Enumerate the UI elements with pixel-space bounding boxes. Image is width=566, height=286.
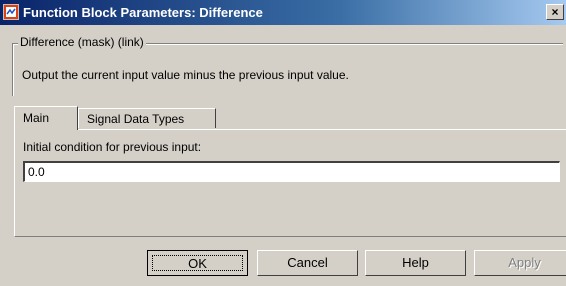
mask-description: Output the current input value minus the… (22, 68, 349, 82)
simulink-block-icon (3, 4, 19, 20)
initial-condition-label: Initial condition for previous input: (23, 140, 202, 154)
window-title: Function Block Parameters: Difference (23, 5, 263, 20)
ok-button-label: OK (152, 255, 243, 271)
mask-group-title: Difference (mask) (link) (18, 35, 146, 49)
initial-condition-input[interactable] (23, 161, 560, 182)
tab-signal-data-types[interactable]: Signal Data Types (78, 108, 216, 128)
close-button[interactable]: × (546, 4, 564, 20)
cancel-button[interactable]: Cancel (257, 250, 358, 276)
help-button[interactable]: Help (365, 250, 466, 276)
close-icon: × (551, 5, 559, 19)
title-bar[interactable]: Function Block Parameters: Difference × (0, 0, 566, 25)
apply-button[interactable]: Apply (474, 250, 566, 276)
tab-main[interactable]: Main (14, 106, 78, 130)
ok-button[interactable]: OK (147, 250, 248, 276)
